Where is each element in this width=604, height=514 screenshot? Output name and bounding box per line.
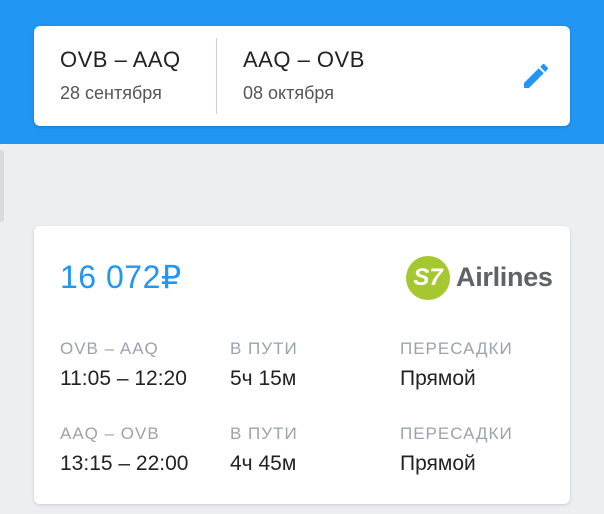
- segment-route: AAQ – OVB: [60, 424, 160, 443]
- segment-duration-col: В ПУТИ 5ч 15м: [230, 338, 298, 392]
- side-edge: [0, 150, 4, 222]
- transfers-label: ПЕРЕСАДКИ: [400, 424, 513, 443]
- segment-transfers-col: ПЕРЕСАДКИ Прямой: [400, 423, 513, 477]
- duration-label: В ПУТИ: [230, 424, 298, 443]
- duration-value: 4ч 45м: [230, 452, 297, 475]
- outbound-leg: OVB – AAQ 28 сентября: [60, 46, 181, 104]
- duration-value: 5ч 15м: [230, 367, 297, 390]
- return-leg: AAQ – OVB 08 октября: [243, 46, 365, 104]
- airline-logo: S7 Airlines: [406, 256, 553, 300]
- transfers-label: ПЕРЕСАДКИ: [400, 339, 513, 358]
- price: 16 072₽: [60, 259, 182, 295]
- segment-duration-col: В ПУТИ 4ч 45м: [230, 423, 298, 477]
- return-route: AAQ – OVB: [243, 47, 365, 72]
- route-summary-card[interactable]: OVB – AAQ 28 сентября AAQ – OVB 08 октяб…: [34, 26, 570, 126]
- transfers-value: Прямой: [400, 367, 476, 390]
- outbound-route: OVB – AAQ: [60, 47, 181, 72]
- segment-transfers-col: ПЕРЕСАДКИ Прямой: [400, 338, 513, 392]
- flight-result-card[interactable]: 16 072₽ S7 Airlines OVB – AAQ 11:05 – 12…: [34, 226, 570, 504]
- segment-times: 13:15 – 22:00: [60, 452, 189, 475]
- segment-outbound: OVB – AAQ 11:05 – 12:20 В ПУТИ 5ч 15м ПЕ…: [60, 338, 560, 394]
- leg-divider: [216, 38, 217, 114]
- transfers-value: Прямой: [400, 452, 476, 475]
- duration-label: В ПУТИ: [230, 339, 298, 358]
- segment-route-col: OVB – AAQ 11:05 – 12:20: [60, 338, 187, 392]
- return-date: 08 октября: [243, 83, 334, 103]
- outbound-date: 28 сентября: [60, 83, 162, 103]
- airline-name: Airlines: [456, 262, 553, 292]
- airline-logo-mark: S7: [406, 256, 450, 300]
- segment-route: OVB – AAQ: [60, 339, 159, 358]
- segment-return: AAQ – OVB 13:15 – 22:00 В ПУТИ 4ч 45м ПЕ…: [60, 423, 560, 479]
- segment-times: 11:05 – 12:20: [60, 367, 187, 390]
- pencil-icon[interactable]: [520, 60, 552, 92]
- segment-route-col: AAQ – OVB 13:15 – 22:00: [60, 423, 188, 477]
